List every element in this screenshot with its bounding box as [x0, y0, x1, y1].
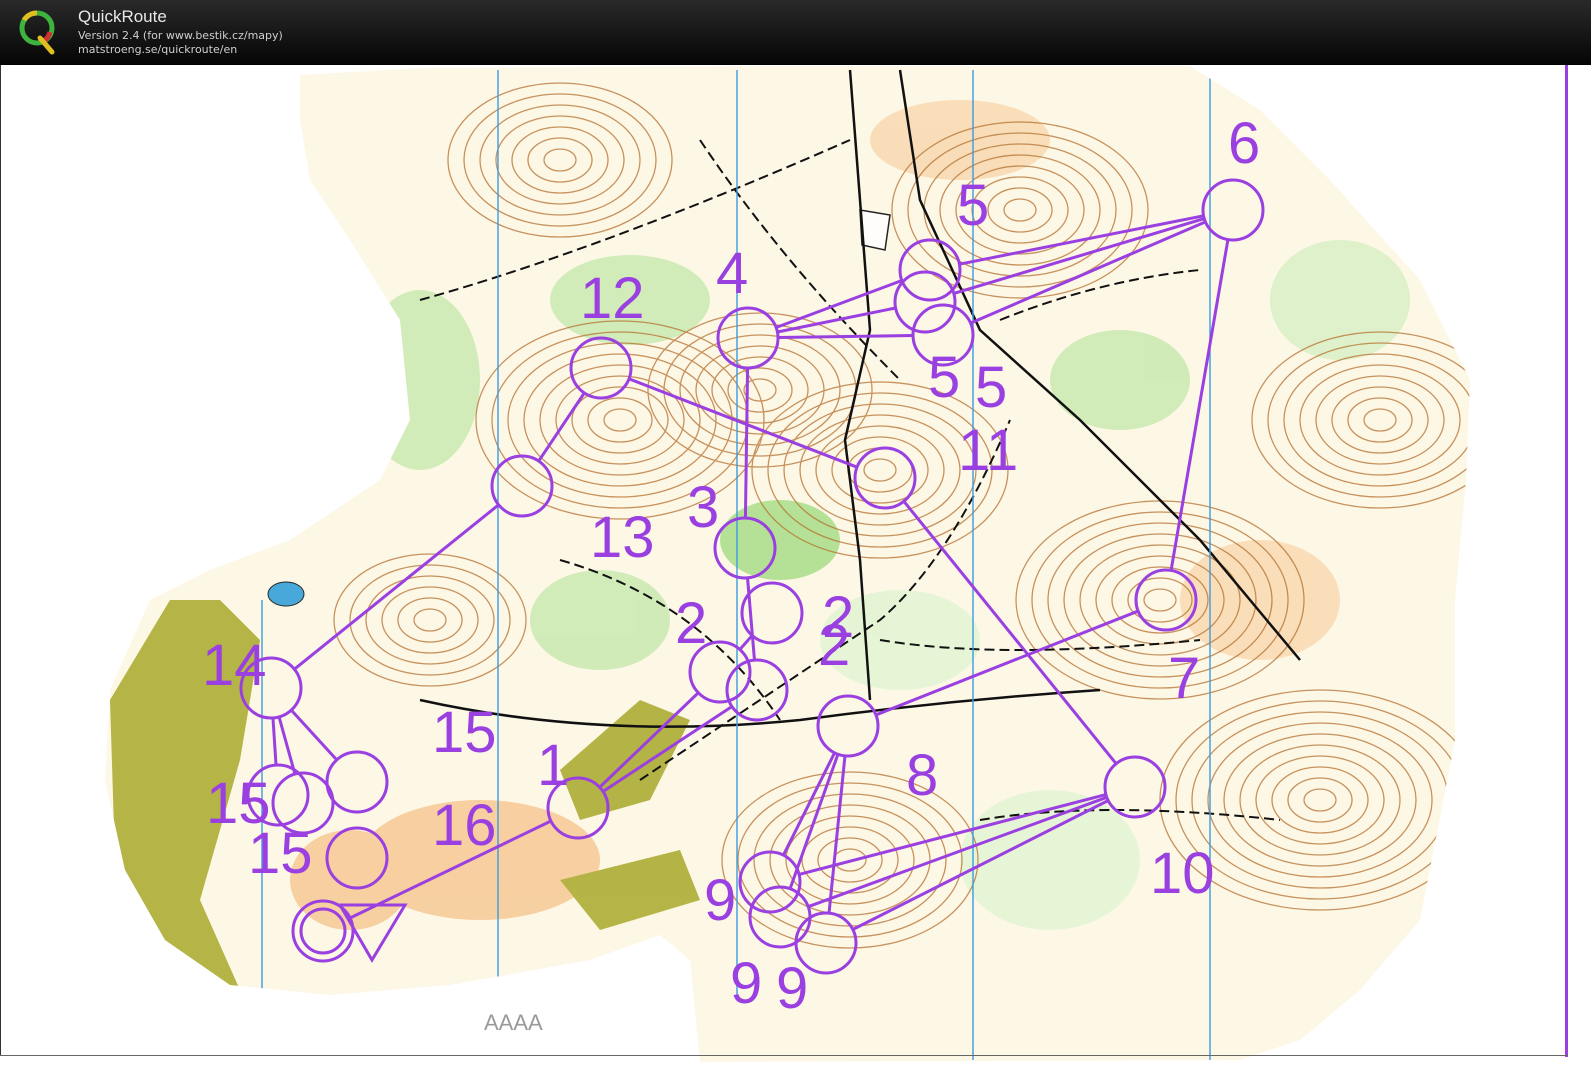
- control-number-label: 5: [928, 345, 960, 410]
- orienteering-map[interactable]: 12 223455 567899 91011121314151515 16: [0, 65, 1591, 1073]
- course-leg: [777, 333, 914, 340]
- control-number-label: 9: [776, 956, 808, 1021]
- control-number-label: 12: [580, 266, 645, 331]
- control-number-label: 9: [730, 951, 762, 1016]
- control-number-label: 15: [248, 821, 313, 886]
- control-number-label: 11: [958, 418, 1018, 483]
- control-number-label: 9: [704, 868, 736, 933]
- control-number-label: 14: [202, 633, 267, 698]
- control-number-label: 16: [432, 793, 497, 858]
- control-number-label: 6: [1228, 111, 1260, 176]
- course-leg: [743, 367, 750, 519]
- control-number-label: 5: [975, 355, 1007, 420]
- app-title: QuickRoute: [78, 7, 167, 26]
- control-number-label: 5: [957, 173, 989, 238]
- control-number-label: 1: [537, 733, 569, 798]
- control-number-label: 8: [906, 743, 938, 808]
- app-version: Version 2.4 (for www.bestik.cz/mapy): [78, 29, 283, 42]
- map-canvas[interactable]: 1 2 2 2 3 4 5 5 5 6 7 8 9 9 9 10 11 12 13 14 15 15 15 16: [0, 65, 1591, 1073]
- control-number-label: 7: [1168, 646, 1200, 711]
- control-number-label: 3: [687, 475, 719, 540]
- app-url[interactable]: matstroeng.se/quickroute/en: [78, 43, 237, 56]
- map-label: AAAA: [484, 1010, 543, 1035]
- control-number-label: 2: [675, 591, 707, 656]
- control-number-label: 2: [818, 613, 850, 678]
- frame-bottom: [0, 1055, 1568, 1056]
- title-bar: QuickRoute Version 2.4 (for www.bestik.c…: [0, 0, 1591, 65]
- control-number-label: 13: [590, 505, 655, 570]
- frame-right: [1565, 65, 1568, 1057]
- frame-left: [0, 65, 1, 1055]
- quickroute-logo-icon: [19, 10, 55, 55]
- control-number-label: 15: [432, 700, 497, 765]
- control-number-label: 10: [1150, 841, 1215, 906]
- control-number-label: 4: [716, 241, 748, 306]
